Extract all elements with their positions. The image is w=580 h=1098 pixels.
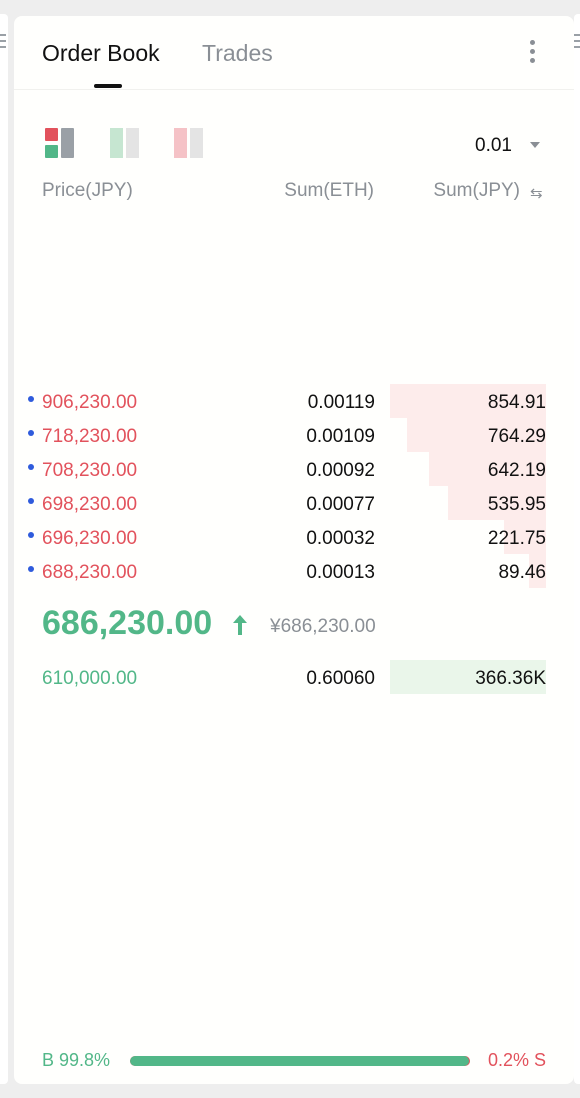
ask-row[interactable]: 906,230.00 0.00119 854.91	[14, 384, 574, 418]
ask-sum-eth: 0.00077	[306, 494, 375, 515]
layout-sell-only-icon[interactable]	[174, 128, 204, 158]
own-order-dot	[28, 566, 34, 572]
bid-sum-jpy: 366.36K	[475, 668, 546, 689]
ask-price: 708,230.00	[42, 460, 138, 481]
menu-icon[interactable]	[0, 34, 6, 52]
ask-row[interactable]: 688,230.00 0.00013 89.46	[14, 554, 574, 588]
buy-ratio-fill	[130, 1056, 470, 1066]
column-header-sum-jpy: Sum(JPY)	[433, 180, 520, 201]
column-header-price: Price(JPY)	[42, 180, 133, 201]
ask-sum-jpy: 764.29	[487, 426, 546, 447]
ask-sum-jpy: 89.46	[498, 562, 546, 583]
arrow-up-icon	[233, 615, 247, 635]
left-panel-edge	[0, 14, 8, 1084]
ask-sum-jpy: 642.19	[487, 460, 546, 481]
layout-buy-only-icon[interactable]	[110, 128, 140, 158]
precision-select[interactable]: 0.01	[475, 135, 512, 157]
column-header-sum-eth: Sum(ETH)	[284, 180, 374, 201]
chevron-down-icon[interactable]	[530, 142, 540, 148]
ratio-bar	[130, 1056, 470, 1066]
buy-ratio-label: B 99.8%	[42, 1050, 111, 1070]
ask-sum-eth: 0.00092	[306, 460, 375, 481]
ask-row[interactable]: 696,230.00 0.00032 221.75	[14, 520, 574, 554]
ask-row[interactable]: 698,230.00 0.00077 535.95	[14, 486, 574, 520]
panel-header: Order Book Trades	[14, 16, 574, 90]
ask-price: 688,230.00	[42, 562, 138, 583]
ask-price: 698,230.00	[42, 494, 138, 515]
ask-sum-jpy: 535.95	[487, 494, 546, 515]
order-book-panel: Order Book Trades 0.01 Price(JPY) Sum(ET…	[14, 16, 574, 1084]
ask-list: 906,230.00 0.00119 854.91 718,230.00 0.0…	[14, 384, 574, 588]
layout-both-sides-icon[interactable]	[45, 128, 75, 158]
sell-ratio-label: 0.2% S	[487, 1050, 546, 1070]
ask-row[interactable]: 708,230.00 0.00092 642.19	[14, 452, 574, 486]
ask-price: 906,230.00	[42, 392, 138, 413]
own-order-dot	[28, 498, 34, 504]
bid-price: 610,000.00	[42, 668, 138, 689]
ask-row[interactable]: 718,230.00 0.00109 764.29	[14, 418, 574, 452]
own-order-dot	[28, 396, 34, 402]
own-order-dot	[28, 464, 34, 470]
ask-sum-eth: 0.00119	[307, 392, 375, 413]
ask-sum-jpy: 221.75	[487, 528, 546, 549]
swap-icon[interactable]: ⇆	[530, 184, 543, 202]
fiat-price: ¥686,230.00	[270, 616, 376, 637]
ask-sum-eth: 0.00109	[306, 426, 375, 447]
tab-order-book[interactable]: Order Book	[42, 40, 160, 67]
more-options-icon[interactable]	[522, 40, 542, 66]
own-order-dot	[28, 430, 34, 436]
own-order-dot	[28, 532, 34, 538]
ask-price: 696,230.00	[42, 528, 138, 549]
ask-sum-eth: 0.00032	[306, 528, 375, 549]
ask-price: 718,230.00	[42, 426, 138, 447]
bid-list: 610,000.00 0.60060 366.36K	[14, 660, 574, 694]
ask-sum-jpy: 854.91	[487, 392, 546, 413]
active-tab-indicator	[94, 84, 122, 88]
right-panel-edge	[574, 14, 580, 1084]
last-trade-price: 686,230.00	[42, 604, 213, 642]
menu-icon[interactable]	[574, 34, 580, 52]
bid-sum-eth: 0.60060	[306, 668, 375, 689]
buy-sell-ratio: B 99.8% 0.2% S	[42, 1050, 546, 1072]
bid-row[interactable]: 610,000.00 0.60060 366.36K	[14, 660, 574, 694]
tab-trades[interactable]: Trades	[202, 40, 273, 67]
ask-sum-eth: 0.00013	[306, 562, 375, 583]
